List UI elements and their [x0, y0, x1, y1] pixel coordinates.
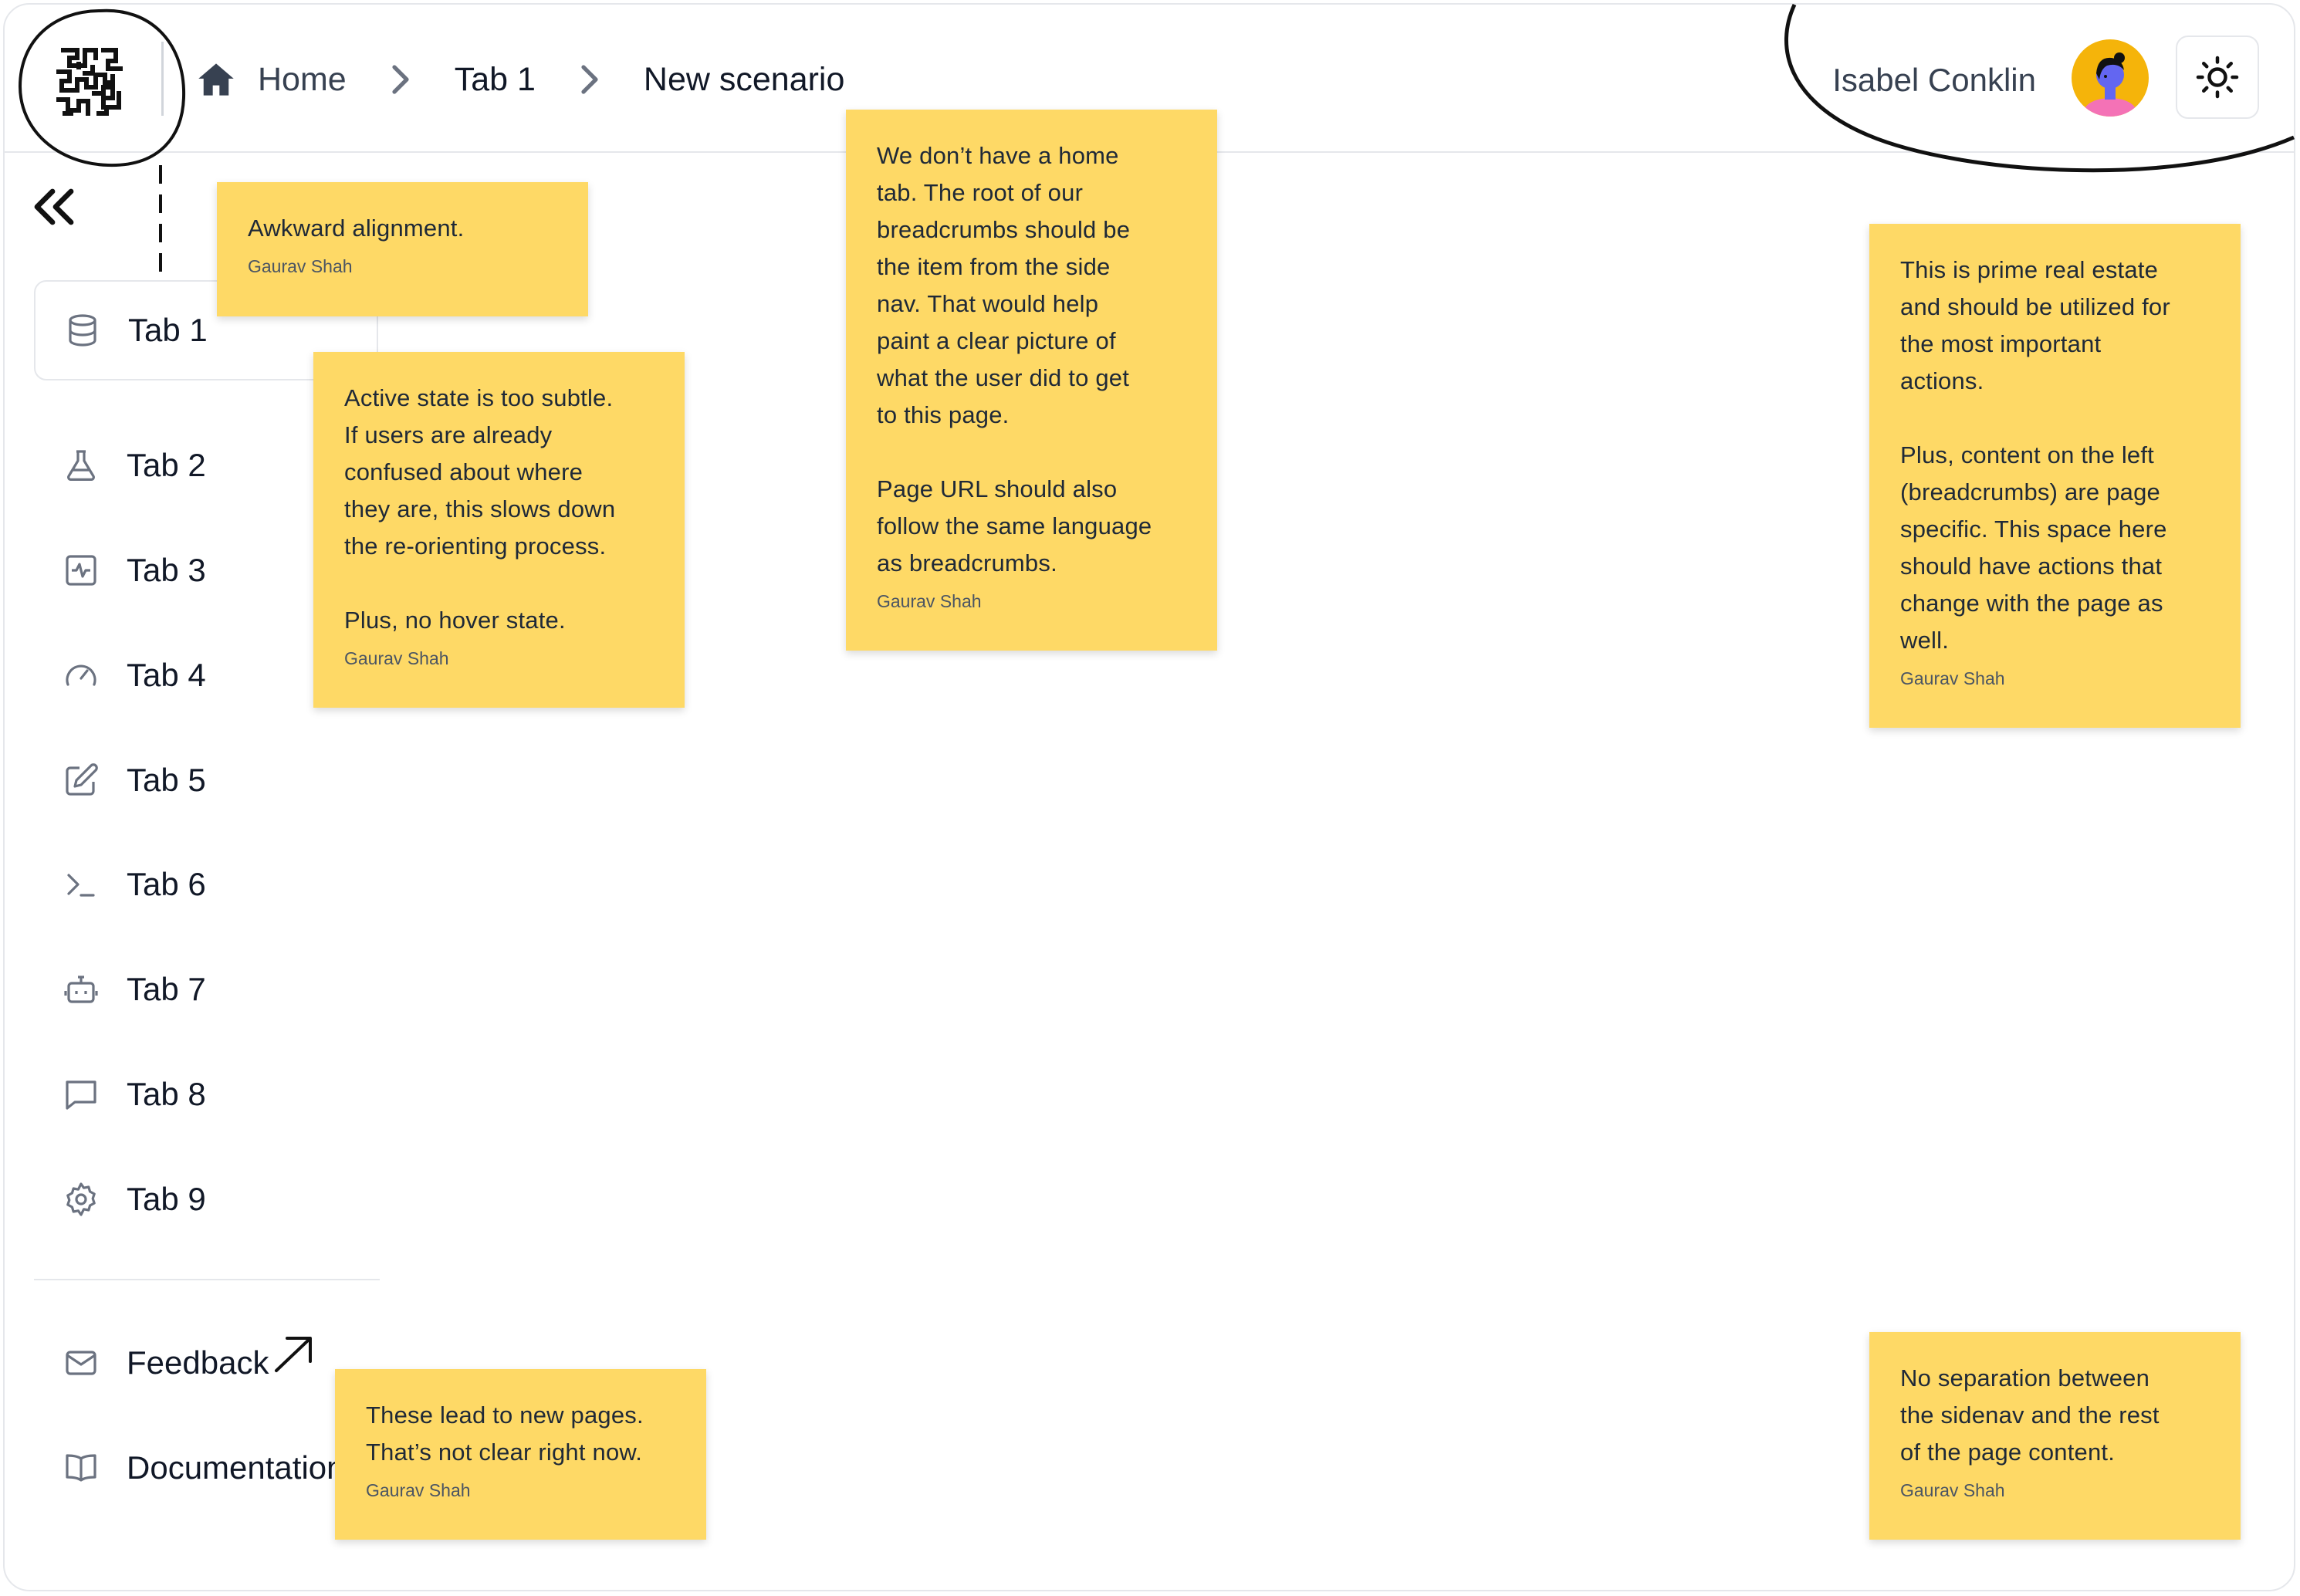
chat-icon [66, 1080, 96, 1110]
sidebar-item-label: Tab 6 [127, 866, 206, 902]
sticky-note: This is prime real estate and should be … [1869, 224, 2241, 728]
sticky-note: No separation between the sidenav and th… [1869, 1332, 2241, 1540]
bot-icon [64, 976, 98, 1003]
sidebar-item-label: Tab 2 [127, 447, 206, 483]
gear-icon [66, 1182, 96, 1216]
mail-icon [66, 1351, 96, 1375]
logo-icon[interactable] [48, 39, 131, 123]
gauge-icon [66, 664, 96, 686]
sidebar-item-label: Tab 5 [127, 762, 206, 798]
note-author: Gaurav Shah [877, 591, 982, 611]
note-text: This is prime real estate and should be … [1900, 256, 2170, 654]
book-icon [66, 1454, 96, 1482]
sidebar-item-tab-6[interactable]: Tab 6 [34, 834, 378, 935]
note-author: Gaurav Shah [1900, 668, 2005, 688]
sidebar-item-tab-8[interactable]: Tab 8 [34, 1044, 378, 1145]
note-text: We don’t have a home tab. The root of ou… [877, 142, 1152, 577]
activity-icon [66, 555, 96, 586]
sidebar-item-label: Tab 4 [127, 657, 206, 693]
avatar-illustration [2084, 52, 2136, 117]
sidebar-item-label: Tab 9 [127, 1181, 206, 1217]
theme-toggle-button[interactable] [2176, 36, 2259, 119]
sticky-note: These lead to new pages. That’s not clea… [335, 1369, 706, 1540]
sticky-note: Active state is too subtle. If users are… [313, 352, 685, 708]
sidebar-item-label: Tab 7 [127, 971, 206, 1007]
sidebar-item-label: Documentation [127, 1449, 345, 1486]
avatar[interactable] [2072, 39, 2149, 117]
flask-icon [67, 450, 95, 481]
note-author: Gaurav Shah [1900, 1480, 2005, 1500]
note-author: Gaurav Shah [344, 648, 449, 668]
sidebar-item-tab-5[interactable]: Tab 5 [34, 730, 378, 830]
breadcrumb-tab[interactable]: Tab 1 [455, 63, 536, 96]
chevron-right-icon [392, 65, 409, 94]
sidebar-item-label: Tab 1 [128, 312, 208, 348]
breadcrumb-home[interactable]: Home [258, 63, 347, 96]
sidebar-item-label: Tab 8 [127, 1076, 206, 1112]
note-text: Awkward alignment. [248, 215, 465, 242]
collapse-sidebar-icon[interactable] [31, 187, 77, 227]
edit-icon [66, 763, 98, 796]
database-icon [69, 314, 96, 347]
sun-icon [2196, 56, 2239, 99]
sidebar-item-tab-9[interactable]: Tab 9 [34, 1149, 378, 1249]
sidebar-divider [34, 1279, 380, 1280]
note-text: Active state is too subtle. If users are… [344, 384, 616, 634]
sidebar-item-label: Feedback [127, 1344, 269, 1381]
breadcrumb-current: New scenario [643, 60, 845, 98]
note-text: No separation between the sidenav and th… [1900, 1364, 2160, 1466]
sidebar-item-tab-7[interactable]: Tab 7 [34, 939, 378, 1040]
note-author: Gaurav Shah [366, 1480, 471, 1500]
sidebar-item-label: Tab 3 [127, 552, 206, 588]
note-author: Gaurav Shah [248, 256, 353, 276]
user-name[interactable]: Isabel Conklin [1832, 62, 2036, 99]
terminal-icon [67, 874, 95, 897]
breadcrumb: Home Tab 1 New scenario [196, 45, 844, 114]
note-text: These lead to new pages. That’s not clea… [366, 1402, 644, 1466]
logo-divider [161, 42, 164, 116]
home-icon[interactable] [196, 59, 236, 100]
sticky-note: We don’t have a home tab. The root of ou… [846, 110, 1217, 651]
sticky-note: Awkward alignment. Gaurav Shah [217, 182, 588, 316]
chevron-right-icon [581, 65, 598, 94]
